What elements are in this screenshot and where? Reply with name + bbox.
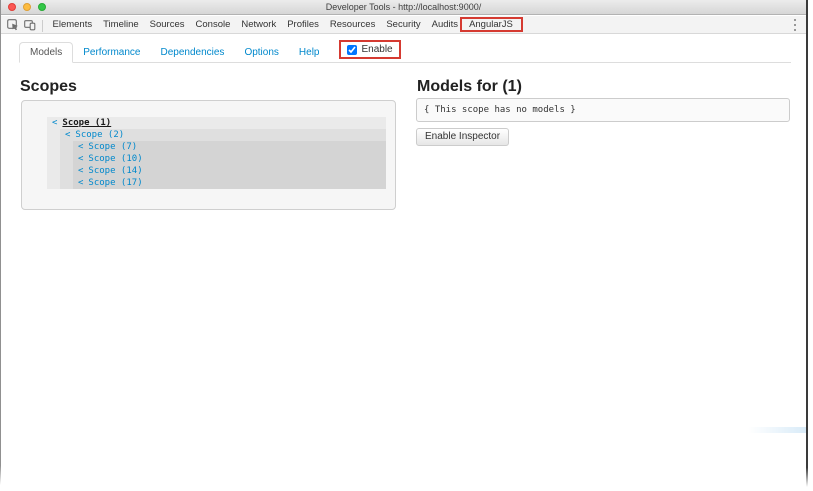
scope-collapse-icon[interactable]: < <box>78 178 83 188</box>
panel-tab-models[interactable]: Models <box>19 42 74 63</box>
inspect-element-icon[interactable] <box>6 18 19 31</box>
tab-elements[interactable]: Elements <box>47 16 98 33</box>
devtools-tab-strip: Elements Timeline Sources Console Networ… <box>47 16 524 33</box>
scope-tree-item-7[interactable]: < Scope (7) <box>73 141 386 153</box>
toolbar-divider <box>42 20 43 32</box>
scope-link-1[interactable]: Scope (1) <box>62 118 111 128</box>
panel-tab-performance[interactable]: Performance <box>73 43 150 62</box>
devtools-toolbar: Elements Timeline Sources Console Networ… <box>1 16 806 34</box>
angularjs-panel: Models Performance Dependencies Options … <box>1 34 806 63</box>
scopes-panel: < Scope (1) < Scope (2) < Scope (7) < Scope … <box>21 100 396 210</box>
enable-checkbox-label: Enable <box>361 44 393 55</box>
scope-link-10[interactable]: Scope (10) <box>88 154 142 164</box>
device-toolbar-icon[interactable] <box>23 18 36 31</box>
scopes-heading: Scopes <box>20 78 77 95</box>
scope-link-14[interactable]: Scope (14) <box>88 166 142 176</box>
scope-tree: < Scope (1) < Scope (2) < Scope (7) < Scope … <box>47 117 386 189</box>
scope-tree-item-14[interactable]: < Scope (14) <box>73 165 386 177</box>
scope-collapse-icon[interactable]: < <box>78 154 83 164</box>
devtools-window: Developer Tools - http://localhost:9000/… <box>0 0 813 491</box>
scope-link-7[interactable]: Scope (7) <box>88 142 137 152</box>
scope-link-17[interactable]: Scope (17) <box>88 178 142 188</box>
models-empty-message: { This scope has no models } <box>416 98 790 122</box>
scope-tree-item-10[interactable]: < Scope (10) <box>73 153 386 165</box>
tab-angularjs[interactable]: AngularJS <box>459 16 524 33</box>
tab-timeline[interactable]: Timeline <box>98 16 145 33</box>
window-left-border <box>0 0 1 485</box>
active-tab-underline <box>468 30 514 32</box>
scope-collapse-icon[interactable]: < <box>78 142 83 152</box>
scope-collapse-icon[interactable]: < <box>65 130 70 140</box>
scope-tree-item-17[interactable]: < Scope (17) <box>73 177 386 189</box>
tab-audits[interactable]: Audits <box>426 16 463 33</box>
panel-tab-dependencies[interactable]: Dependencies <box>151 43 235 62</box>
enable-checkbox[interactable] <box>347 44 358 55</box>
scope-link-2[interactable]: Scope (2) <box>75 130 124 140</box>
panel-tab-options[interactable]: Options <box>234 43 288 62</box>
tab-resources[interactable]: Resources <box>324 16 380 33</box>
scope-tree-item-2[interactable]: < Scope (2) <box>60 129 386 141</box>
tab-network[interactable]: Network <box>236 16 282 33</box>
window-right-border <box>806 0 808 487</box>
enable-inspector-button[interactable]: Enable Inspector <box>416 128 510 146</box>
tab-sources[interactable]: Sources <box>144 16 190 33</box>
scope-collapse-icon[interactable]: < <box>52 118 57 128</box>
scope-tree-item-1[interactable]: < Scope (1) <box>47 117 386 129</box>
page-highlight-artifact <box>748 427 806 433</box>
tab-console[interactable]: Console <box>190 16 236 33</box>
panel-tab-bar: Models Performance Dependencies Options … <box>19 40 791 63</box>
kebab-menu-icon[interactable] <box>790 19 800 31</box>
enable-checkbox-group[interactable]: Enable <box>339 40 401 59</box>
models-heading: Models for (1) <box>417 78 522 95</box>
tab-profiles[interactable]: Profiles <box>282 16 325 33</box>
window-title: Developer Tools - http://localhost:9000/ <box>325 2 482 12</box>
scope-collapse-icon[interactable]: < <box>78 166 83 176</box>
tab-security[interactable]: Security <box>381 16 426 33</box>
panel-tab-help[interactable]: Help <box>289 43 330 62</box>
titlebar: Developer Tools - http://localhost:9000/ <box>1 0 806 15</box>
